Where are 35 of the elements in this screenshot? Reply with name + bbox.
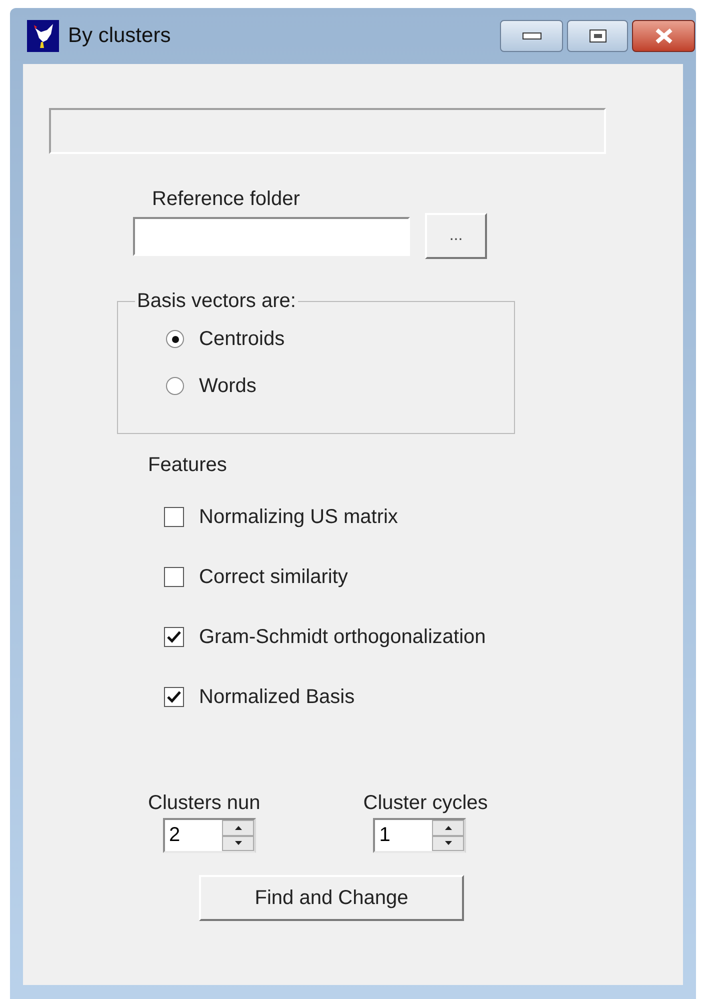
checkbox[interactable] — [164, 567, 184, 587]
spinner-label: Clusters nun — [148, 791, 260, 815]
reference-folder-label: Reference folder — [152, 187, 301, 211]
spin-up-icon[interactable] — [432, 820, 464, 836]
close-button[interactable] — [632, 20, 695, 52]
maximize-icon — [588, 29, 606, 43]
rooster-icon — [27, 20, 59, 52]
features-heading: Features — [148, 453, 228, 477]
checkbox[interactable] — [164, 507, 184, 527]
group-legend: Basis vectors are: — [135, 289, 298, 313]
close-icon — [654, 28, 674, 44]
checkbox-label: Gram-Schmidt orthogonalization — [199, 625, 486, 649]
status-field[interactable] — [49, 108, 606, 154]
radio-button[interactable] — [166, 330, 184, 348]
number-spinner[interactable]: 2 — [163, 818, 256, 853]
radio-label: Words — [199, 374, 256, 398]
number-spinner[interactable]: 1 — [373, 818, 466, 853]
maximize-button[interactable] — [567, 20, 628, 52]
radio-label: Centroids — [199, 327, 285, 351]
spinner-label: Cluster cycles — [363, 791, 488, 815]
reference-folder-field[interactable] — [133, 216, 410, 256]
checkbox[interactable] — [164, 627, 184, 647]
minimize-icon — [522, 32, 542, 40]
spin-up-icon[interactable] — [222, 820, 254, 836]
find-and-change-button[interactable]: Find and Change — [199, 875, 464, 921]
radio-button[interactable] — [166, 377, 184, 395]
minimize-button[interactable] — [500, 20, 563, 52]
spin-down-icon[interactable] — [432, 836, 464, 851]
checkbox[interactable] — [164, 687, 184, 707]
checkbox-label: Normalizing US matrix — [199, 505, 398, 529]
checkbox-label: Correct similarity — [199, 565, 348, 589]
checkbox-label: Normalized Basis — [199, 685, 355, 709]
browse-button[interactable]: ... — [425, 213, 487, 259]
window-title: By clusters — [68, 23, 171, 50]
spin-down-icon[interactable] — [222, 836, 254, 851]
